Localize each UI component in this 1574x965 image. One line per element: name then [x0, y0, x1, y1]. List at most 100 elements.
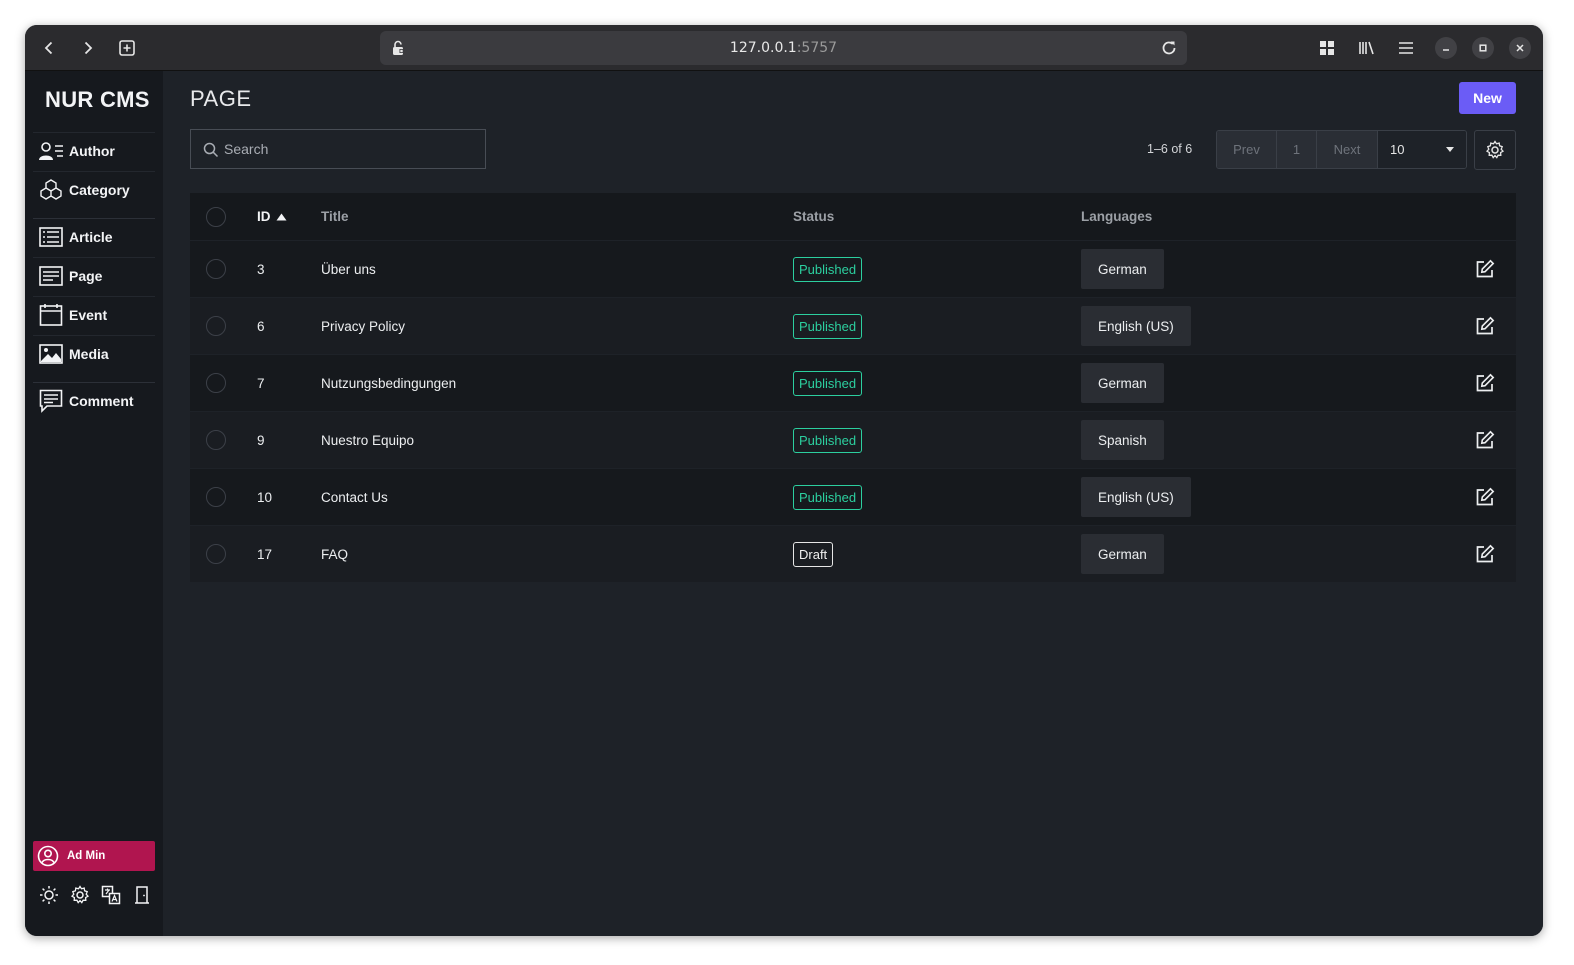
translate-icon[interactable]	[99, 883, 123, 907]
language-tag[interactable]: German	[1081, 249, 1164, 289]
edit-icon	[1472, 370, 1498, 396]
url-text: 127.0.0.1:5757	[729, 40, 838, 56]
sidebar-item-event[interactable]: Event	[33, 296, 155, 332]
sidebar-item-label: Article	[69, 228, 113, 245]
row-checkbox[interactable]	[206, 412, 226, 468]
edit-icon	[1472, 313, 1498, 339]
settings-gear-icon[interactable]	[68, 883, 92, 907]
search-input[interactable]	[224, 130, 474, 168]
row-title[interactable]: Nuestro Equipo	[321, 412, 414, 468]
pagination: Prev 1 Next 10	[1216, 130, 1467, 169]
table-row[interactable]: 9 Nuestro Equipo Published Spanish	[190, 411, 1516, 468]
url-bar[interactable]: 127.0.0.1:5757	[380, 31, 1187, 65]
row-title[interactable]: Über uns	[321, 241, 376, 297]
sidebar-item-page[interactable]: Page	[33, 257, 155, 293]
sidebar-item-media[interactable]: Media	[33, 335, 155, 371]
pages-table: ID Title Status Languages 3 Über uns Publi…	[190, 193, 1516, 582]
status-badge: Draft	[793, 541, 834, 567]
close-icon[interactable]	[1509, 37, 1531, 59]
edit-button[interactable]	[1472, 526, 1498, 582]
sidebar-item-comment[interactable]: Comment	[33, 382, 155, 418]
prev-page-button[interactable]: Prev	[1217, 131, 1277, 168]
language-tag[interactable]: English (US)	[1081, 306, 1191, 346]
event-icon	[38, 303, 64, 327]
forward-icon[interactable]	[76, 36, 100, 60]
menu-icon[interactable]	[1394, 36, 1418, 60]
user-menu[interactable]: Ad Min	[33, 841, 155, 871]
row-checkbox[interactable]	[206, 298, 226, 354]
column-header-id[interactable]: ID	[257, 193, 287, 240]
edit-button[interactable]	[1472, 241, 1498, 297]
sidebar-item-label: Author	[69, 142, 115, 159]
edit-button[interactable]	[1472, 412, 1498, 468]
maximize-icon[interactable]	[1472, 37, 1494, 59]
sidebar-item-article[interactable]: Article	[33, 218, 155, 254]
table-row[interactable]: 17 FAQ Draft German	[190, 525, 1516, 582]
browser-window: 127.0.0.1:5757 NUR CMS Author Category A…	[25, 25, 1543, 936]
status-badge-cell: Published	[793, 412, 863, 468]
language-tag[interactable]: German	[1081, 363, 1164, 403]
status-badge: Published	[793, 370, 863, 396]
new-button[interactable]: New	[1459, 82, 1516, 114]
sidebar-item-author[interactable]: Author	[33, 132, 155, 168]
edit-icon	[1472, 427, 1498, 453]
next-page-button[interactable]: Next	[1317, 131, 1378, 168]
status-badge-cell: Published	[793, 241, 863, 297]
page-title: PAGE	[190, 86, 252, 111]
sidebar-item-label: Page	[69, 267, 103, 284]
sidebar-item-label: Event	[69, 306, 108, 323]
sort-ascending-icon	[276, 213, 287, 221]
edit-button[interactable]	[1472, 355, 1498, 411]
row-title[interactable]: Privacy Policy	[321, 298, 405, 354]
select-all-checkbox[interactable]	[206, 193, 226, 240]
row-title[interactable]: FAQ	[321, 526, 348, 582]
result-count: 1–6 of 6	[1147, 142, 1193, 156]
column-header-title[interactable]: Title	[321, 193, 349, 240]
extensions-grid-icon[interactable]	[1315, 36, 1339, 60]
row-title[interactable]: Contact Us	[321, 469, 388, 525]
table-row[interactable]: 7 Nutzungsbedingungen Published German	[190, 354, 1516, 411]
row-checkbox[interactable]	[206, 241, 226, 297]
row-checkbox[interactable]	[206, 355, 226, 411]
user-name: Ad Min	[67, 850, 106, 862]
brand-logo[interactable]: NUR CMS	[45, 87, 150, 113]
back-icon[interactable]	[37, 36, 61, 60]
reload-icon[interactable]	[1159, 38, 1179, 63]
row-id: 7	[257, 375, 265, 391]
minimize-icon[interactable]	[1435, 37, 1457, 59]
article-icon	[38, 225, 64, 249]
language-cell: Spanish	[1081, 412, 1164, 468]
row-checkbox[interactable]	[206, 469, 226, 525]
table-header: ID Title Status Languages	[190, 193, 1516, 240]
table-row[interactable]: 3 Über uns Published German	[190, 240, 1516, 297]
chevron-down-icon	[1446, 147, 1454, 152]
sidebar-item-category[interactable]: Category	[33, 171, 155, 207]
status-badge-cell: Draft	[793, 526, 834, 582]
theme-toggle-icon[interactable]	[37, 883, 61, 907]
edit-icon	[1472, 256, 1498, 282]
row-id: 3	[257, 261, 265, 277]
category-icon	[38, 178, 64, 202]
column-header-status[interactable]: Status	[793, 193, 834, 240]
language-tag[interactable]: German	[1081, 534, 1164, 574]
table-settings-button[interactable]	[1474, 130, 1516, 170]
language-tag[interactable]: Spanish	[1081, 420, 1164, 460]
row-checkbox[interactable]	[206, 526, 226, 582]
table-row[interactable]: 6 Privacy Policy Published English (US)	[190, 297, 1516, 354]
table-row[interactable]: 10 Contact Us Published English (US)	[190, 468, 1516, 525]
comment-icon	[38, 389, 64, 413]
per-page-select[interactable]: 10	[1378, 131, 1466, 168]
library-icon[interactable]	[1355, 36, 1379, 60]
logout-door-icon[interactable]	[130, 883, 154, 907]
edit-button[interactable]	[1472, 469, 1498, 525]
table-body: 3 Über uns Published German 6 Privacy Policy P…	[190, 240, 1516, 582]
new-tab-icon[interactable]	[115, 36, 139, 60]
status-badge: Published	[793, 484, 863, 510]
edit-button[interactable]	[1472, 298, 1498, 354]
row-title[interactable]: Nutzungsbedingungen	[321, 355, 456, 411]
status-badge-cell: Published	[793, 355, 863, 411]
column-header-languages[interactable]: Languages	[1081, 193, 1152, 240]
status-badge-cell: Published	[793, 298, 863, 354]
language-tag[interactable]: English (US)	[1081, 477, 1191, 517]
page-number-button[interactable]: 1	[1277, 131, 1317, 168]
